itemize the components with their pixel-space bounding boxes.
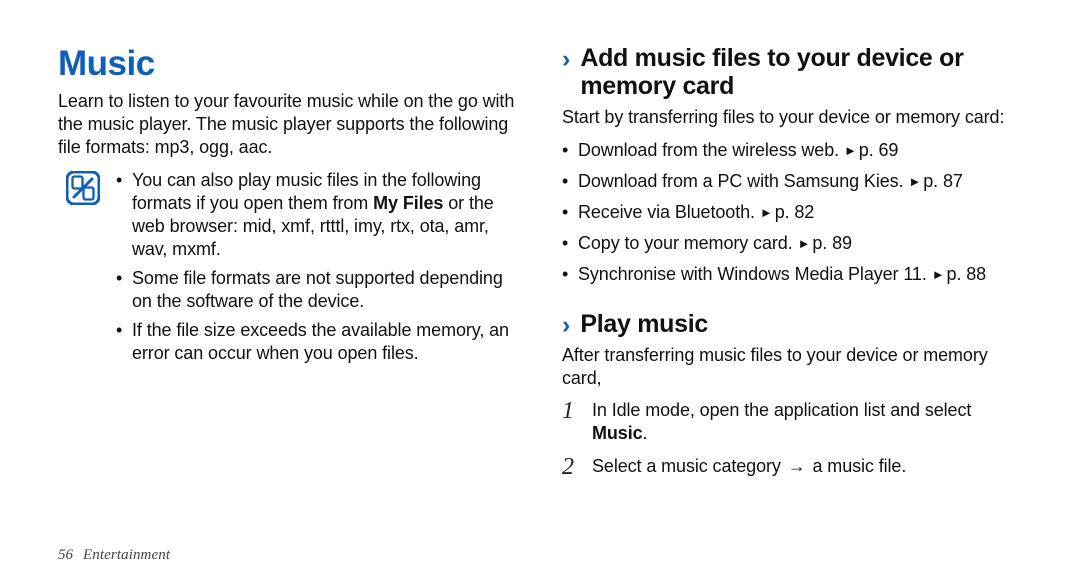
triangle-icon: ►	[798, 236, 811, 253]
item-text: Receive via Bluetooth.	[578, 202, 755, 222]
footer-section: Entertainment	[83, 547, 170, 564]
list-item: Synchronise with Windows Media Player 11…	[562, 263, 1022, 286]
item-text: Download from the wireless web.	[578, 140, 839, 160]
chevron-icon: ›	[562, 46, 570, 72]
page-ref: p. 82	[775, 202, 815, 222]
right-column: › Add music files to your device or memo…	[562, 44, 1022, 489]
step-text: In Idle mode, open the application list …	[592, 399, 1022, 445]
item-text: Synchronise with Windows Media Player 11…	[578, 264, 927, 284]
step-bold-music: Music	[592, 423, 643, 443]
page-ref: p. 89	[812, 233, 852, 253]
step-number: 2	[562, 455, 580, 479]
section-title-music: Music	[58, 44, 518, 84]
triangle-icon: ►	[932, 267, 945, 284]
list-item: Download from a PC with Samsung Kies. ►p.…	[562, 170, 1022, 193]
subheading-add-music: › Add music files to your device or memo…	[562, 44, 1022, 100]
note-item: You can also play music files in the fol…	[116, 169, 518, 261]
page-ref: p. 69	[859, 140, 899, 160]
intro-paragraph: Learn to listen to your favourite music …	[58, 90, 518, 159]
play-lead: After transferring music files to your d…	[562, 344, 1022, 390]
note-icon	[66, 171, 100, 205]
step-item: 1 In Idle mode, open the application lis…	[562, 399, 1022, 445]
page-number: 56	[58, 547, 73, 564]
note-list: You can also play music files in the fol…	[116, 169, 518, 365]
add-lead: Start by transferring files to your devi…	[562, 106, 1022, 129]
step-item: 2 Select a music category → a music file…	[562, 455, 1022, 479]
note-item: If the file size exceeds the available m…	[116, 319, 518, 365]
note-block: You can also play music files in the fol…	[58, 169, 518, 365]
play-steps: 1 In Idle mode, open the application lis…	[562, 399, 1022, 479]
page-ref: p. 87	[923, 171, 963, 191]
item-text: Copy to your memory card.	[578, 233, 793, 253]
list-item: Download from the wireless web. ►p. 69	[562, 139, 1022, 162]
step-text: Select a music category → a music file.	[592, 455, 1022, 479]
note-bold-myfiles: My Files	[373, 193, 443, 213]
two-column-layout: Music Learn to listen to your favourite …	[58, 44, 1022, 489]
left-column: Music Learn to listen to your favourite …	[58, 44, 518, 489]
item-text: Download from a PC with Samsung Kies.	[578, 171, 903, 191]
list-item: Receive via Bluetooth. ►p. 82	[562, 201, 1022, 224]
subheading-label: Play music	[580, 310, 708, 338]
note-item: Some file formats are not supported depe…	[116, 267, 518, 313]
arrow-icon: →	[788, 456, 806, 476]
subheading-label: Add music files to your device or memory…	[580, 44, 1022, 100]
triangle-icon: ►	[844, 143, 857, 160]
page-ref: p. 88	[947, 264, 987, 284]
step-fragment: a music file.	[808, 456, 907, 476]
step-fragment: Select a music category	[592, 456, 786, 476]
step-number: 1	[562, 399, 580, 445]
step-fragment: In Idle mode, open the application list …	[592, 400, 971, 420]
triangle-icon: ►	[760, 205, 773, 222]
manual-page: Music Learn to listen to your favourite …	[0, 0, 1080, 586]
page-footer: 56 Entertainment	[58, 547, 170, 564]
list-item: Copy to your memory card. ►p. 89	[562, 232, 1022, 255]
add-methods-list: Download from the wireless web.►p. 69 Do…	[562, 139, 1022, 286]
triangle-icon: ►	[908, 174, 921, 191]
step-fragment: .	[643, 423, 648, 443]
chevron-icon: ›	[562, 312, 570, 338]
subheading-play-music: › Play music	[562, 310, 1022, 338]
